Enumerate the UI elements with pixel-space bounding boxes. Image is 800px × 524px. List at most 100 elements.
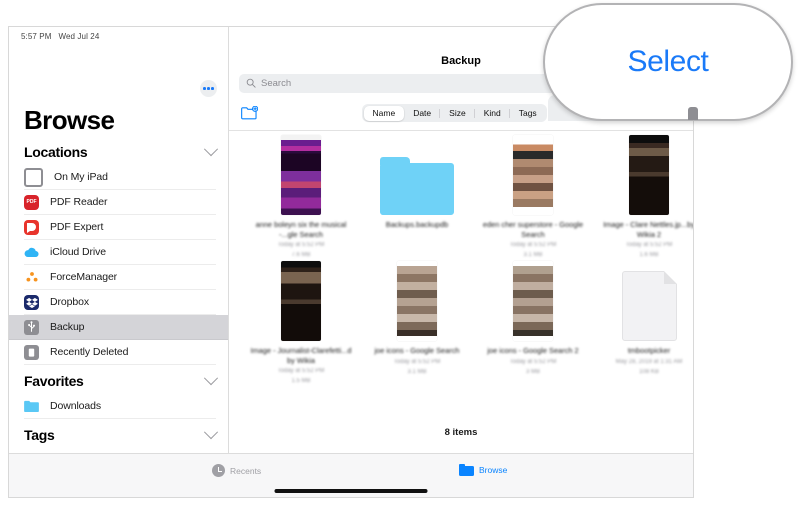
sort-segment-name[interactable]: Name: [364, 106, 405, 121]
file-meta-date: Today at 5:52 PM: [243, 367, 359, 375]
sidebar-item-recently-deleted[interactable]: Recently Deleted: [24, 340, 216, 365]
tab-label: Browse: [479, 465, 507, 475]
file-meta-date: Today at 5:52 PM: [243, 241, 359, 249]
screenshot-thumbnail: [629, 135, 669, 215]
tab-bar: Recents Browse: [9, 453, 693, 497]
pdf-reader-app-icon: PDF: [24, 195, 39, 210]
file-thumbnail: [359, 261, 475, 341]
sort-segment-tags[interactable]: Tags: [510, 106, 546, 121]
file-thumbnail: [475, 261, 591, 341]
sort-segmented-control[interactable]: Name Date Size Kind Tags: [362, 104, 547, 122]
file-name: joe icons - Google Search 2: [475, 346, 591, 356]
sidebar-item-label: PDF Expert: [50, 221, 103, 233]
sidebar-item-on-my-ipad[interactable]: On My iPad: [24, 165, 216, 190]
file-name: tmbootpicker: [591, 346, 693, 356]
chevron-down-icon[interactable]: [204, 425, 218, 439]
page-title: Browse: [24, 105, 114, 136]
sidebar-item-dropbox[interactable]: Dropbox: [24, 290, 216, 315]
sidebar-item-icloud-drive[interactable]: iCloud Drive: [24, 240, 216, 265]
sidebar-group-locations[interactable]: Locations: [24, 141, 216, 163]
file-name: eden cher superstore - Google Search: [475, 220, 591, 239]
sidebar-item-label: Recently Deleted: [50, 346, 128, 358]
sidebar-item-label: Dropbox: [50, 296, 89, 308]
file-name: anne boleyn six the musical -...gle Sear…: [243, 220, 359, 239]
tab-browse[interactable]: Browse: [459, 464, 507, 476]
file-item[interactable]: Image - Clare Nettles.jp...by Wikia 2 To…: [591, 135, 693, 259]
sidebar-item-label: On My iPad: [54, 171, 108, 183]
status-date: Wed Jul 24: [59, 32, 100, 41]
file-meta-size: 1.5 MB: [243, 377, 359, 385]
status-bar: 5:57 PM Wed Jul 24: [21, 32, 99, 41]
file-meta-size: 3 MB: [475, 368, 591, 376]
item-count: 8 items: [229, 427, 693, 438]
file-meta-size: 3.1 MB: [359, 368, 475, 376]
sidebar-group-label: Locations: [24, 144, 87, 160]
file-meta-date: Today at 5:52 PM: [475, 358, 591, 366]
folder-icon: [380, 157, 454, 215]
sort-segment-date[interactable]: Date: [404, 106, 440, 121]
file-name: Image - Journalist-Clarefetti...d by Wik…: [243, 346, 359, 365]
sidebar-group-favorites[interactable]: Favorites: [24, 370, 216, 392]
sidebar-item-downloads[interactable]: Downloads: [24, 394, 216, 419]
screenshot-thumbnail: [513, 261, 553, 341]
file-item[interactable]: joe icons - Google Search 2 Today at 5:5…: [475, 261, 591, 376]
forcemanager-app-icon: [24, 270, 39, 285]
tab-label: Recents: [230, 466, 261, 476]
file-item[interactable]: anne boleyn six the musical -...gle Sear…: [243, 135, 359, 259]
sidebar-item-label: ForceManager: [50, 271, 117, 283]
chevron-down-icon[interactable]: [204, 371, 218, 385]
sidebar-item-label: Backup: [50, 321, 84, 333]
file-thumbnail: [591, 261, 693, 341]
file-name: joe icons - Google Search: [359, 346, 475, 356]
file-meta-date: Today at 5:52 PM: [475, 241, 591, 249]
file-meta-size: 1.6 MB: [591, 251, 693, 259]
select-callout: Select: [543, 3, 793, 121]
sidebar-item-pdf-reader[interactable]: PDF PDF Reader: [24, 190, 216, 215]
home-indicator[interactable]: [275, 489, 428, 493]
chevron-down-icon[interactable]: [204, 142, 218, 156]
file-thumbnail: [591, 135, 693, 215]
file-item[interactable]: tmbootpicker May 28, 2019 at 1:31 AM 108…: [591, 261, 693, 376]
file-meta-date: May 28, 2019 at 1:31 AM: [591, 358, 693, 366]
sidebar-item-backup[interactable]: Backup: [9, 315, 229, 340]
file-item[interactable]: joe icons - Google Search Today at 5:52 …: [359, 261, 475, 376]
trash-icon: [24, 345, 39, 360]
screenshot-thumbnail: [513, 135, 553, 215]
sidebar-group-label: Favorites: [24, 373, 84, 389]
search-icon: [246, 75, 256, 93]
select-button-label[interactable]: Select: [628, 45, 709, 79]
file-meta-size: 3.1 MB: [475, 251, 591, 259]
file-thumbnail: [243, 261, 359, 341]
clock-icon: [212, 464, 225, 477]
sort-segment-kind[interactable]: Kind: [475, 106, 510, 121]
screenshot-thumbnail: [397, 261, 437, 341]
sidebar-group-tags[interactable]: Tags: [24, 424, 216, 446]
file-grid: anne boleyn six the musical -...gle Sear…: [229, 131, 693, 414]
sidebar-item-pdf-expert[interactable]: PDF Expert: [24, 215, 216, 240]
file-thumbnail: [243, 135, 359, 215]
sidebar-item-forcemanager[interactable]: ForceManager: [24, 265, 216, 290]
file-thumbnail: [475, 135, 591, 215]
file-name: Backups.backupdb: [359, 220, 475, 230]
sidebar-item-label: Downloads: [50, 400, 101, 412]
screenshot-thumbnail: [281, 135, 321, 215]
dropbox-app-icon: [24, 295, 39, 310]
usb-drive-icon: [24, 320, 39, 335]
ipad-icon: [24, 168, 43, 187]
pdf-expert-app-icon: [24, 220, 39, 235]
status-time: 5:57 PM: [21, 32, 52, 41]
search-placeholder: Search: [261, 78, 291, 89]
new-folder-icon[interactable]: [241, 106, 258, 125]
downloads-folder-icon: [24, 399, 39, 414]
file-item[interactable]: Image - Journalist-Clarefetti...d by Wik…: [243, 261, 359, 385]
sort-segment-size[interactable]: Size: [440, 106, 475, 121]
file-item[interactable]: Backups.backupdb: [359, 135, 475, 232]
file-name: Image - Clare Nettles.jp...by Wikia 2: [591, 220, 693, 239]
ellipsis-icon[interactable]: [200, 80, 217, 97]
folder-icon: [459, 464, 474, 476]
file-meta-size: 7.6 MB: [243, 251, 359, 259]
document-icon: [622, 271, 677, 341]
file-item[interactable]: eden cher superstore - Google Search Tod…: [475, 135, 591, 259]
select-button-nub[interactable]: [688, 107, 698, 120]
tab-recents[interactable]: Recents: [212, 464, 261, 477]
